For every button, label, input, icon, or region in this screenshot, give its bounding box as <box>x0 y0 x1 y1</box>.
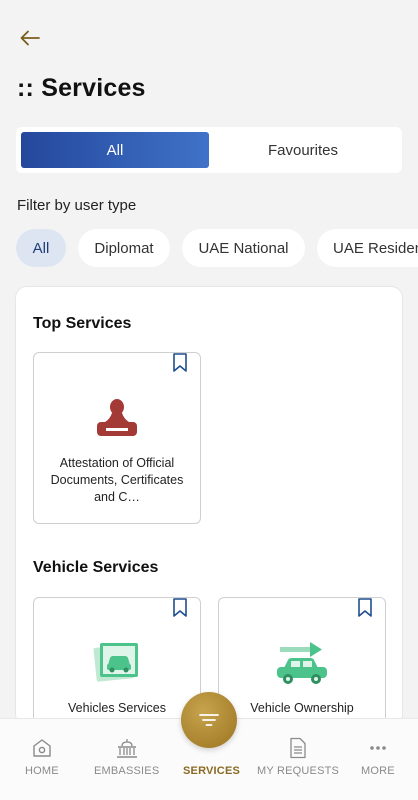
section-title-top-services: Top Services <box>33 315 132 332</box>
services-tabs: All Favourites <box>16 127 402 173</box>
service-label: Attestation of Official Documents, Certi… <box>50 456 184 504</box>
arrow-left-icon <box>20 30 40 46</box>
services-card: Top Services Attestation of Official Doc… <box>15 286 403 769</box>
nav-embassies[interactable]: EMBASSIES <box>94 737 159 777</box>
nav-services[interactable]: SERVICES <box>183 765 240 777</box>
vehicle-transfer-icon <box>277 642 327 684</box>
bookmark-icon[interactable] <box>172 353 188 373</box>
nav-label: EMBASSIES <box>94 765 160 777</box>
service-label: Vehicles Services <box>68 701 166 715</box>
home-icon <box>33 739 51 757</box>
chip-diplomat[interactable]: Diplomat <box>78 229 170 267</box>
tab-all[interactable]: All <box>21 132 209 168</box>
chip-all[interactable]: All <box>16 229 66 267</box>
filter-label: Filter by user type <box>17 197 137 214</box>
user-type-filter: All Diplomat UAE National UAE Residen <box>16 229 418 267</box>
services-filter-button[interactable] <box>181 692 237 748</box>
nav-more[interactable]: MORE <box>361 737 395 777</box>
nav-label: MORE <box>361 765 395 777</box>
service-label: Vehicle Ownership <box>250 701 354 715</box>
nav-label: SERVICES <box>183 765 241 777</box>
tab-favourites[interactable]: Favourites <box>209 132 397 168</box>
more-dots-icon <box>370 746 386 750</box>
chip-uae-resident[interactable]: UAE Residen <box>317 229 418 267</box>
bookmark-icon[interactable] <box>172 598 188 618</box>
stamp-icon <box>97 399 137 436</box>
filter-icon <box>199 714 219 726</box>
nav-my-requests[interactable]: MY REQUESTS <box>257 737 339 777</box>
section-title-vehicle-services: Vehicle Services <box>33 559 159 576</box>
bookmark-icon[interactable] <box>357 598 373 618</box>
nav-label: HOME <box>25 765 59 777</box>
service-tile-attestation[interactable]: Attestation of Official Documents, Certi… <box>33 352 201 524</box>
back-button[interactable] <box>14 22 46 54</box>
document-icon <box>290 737 306 759</box>
nav-home[interactable]: HOME <box>25 737 59 777</box>
chip-uae-national[interactable]: UAE National <box>182 229 305 267</box>
nav-label: MY REQUESTS <box>257 765 340 777</box>
embassy-icon <box>116 739 137 758</box>
page-title: :: Services <box>17 74 146 102</box>
vehicle-photo-icon <box>93 643 138 682</box>
